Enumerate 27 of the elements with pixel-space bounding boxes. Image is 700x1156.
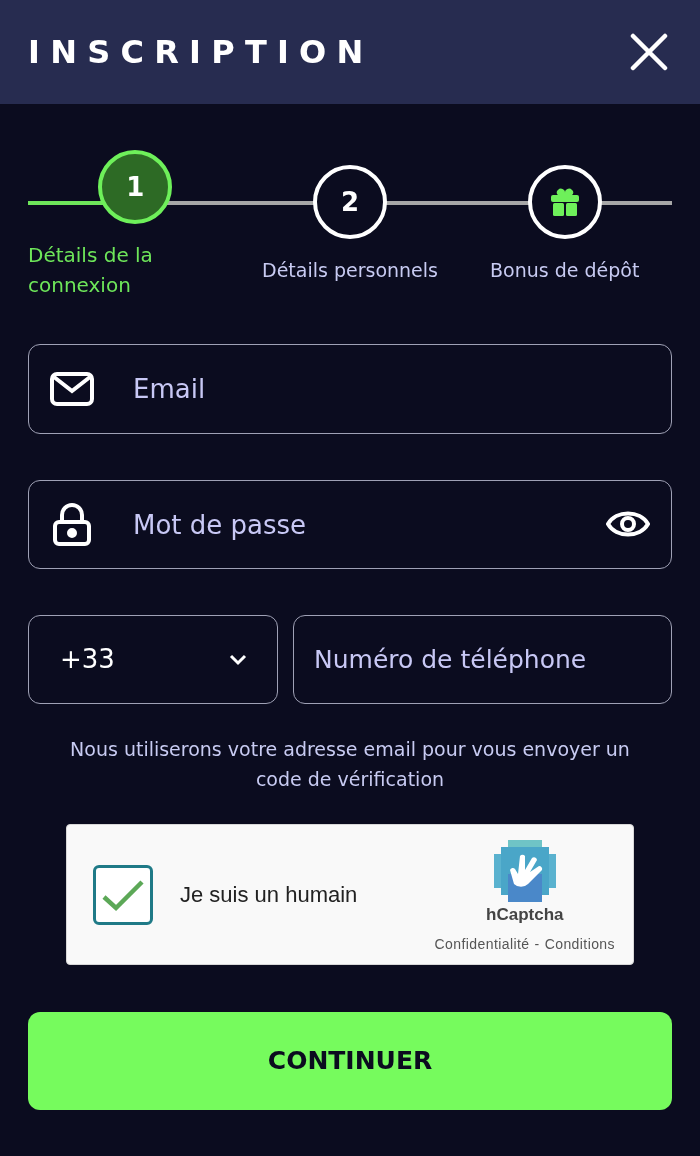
captcha-checkbox[interactable]	[93, 864, 153, 925]
eye-icon[interactable]	[606, 509, 650, 539]
captcha-brand: hCaptcha	[486, 904, 564, 927]
hcaptcha-logo-icon	[493, 840, 556, 903]
step-label: Détails de la connexion	[28, 242, 154, 299]
page-title: INSCRIPTION	[28, 32, 374, 73]
terms-link[interactable]: Conditions	[544, 933, 615, 955]
hint-text: Nous utiliserons votre adresse email pour vous envoyer un code de vérification	[69, 737, 631, 792]
mail-icon	[50, 372, 94, 406]
step-number: 2	[340, 185, 360, 219]
close-icon	[630, 33, 668, 71]
continue-button[interactable]: CONTINUER	[28, 1012, 672, 1110]
checkmark-icon	[101, 877, 145, 912]
phone-field[interactable]: Numéro de téléphone	[293, 615, 672, 704]
email-field[interactable]: Email	[28, 344, 672, 434]
gift-icon	[548, 186, 581, 218]
close-button[interactable]	[628, 31, 670, 73]
link-separator: -	[534, 934, 540, 954]
step-number: 1	[126, 170, 145, 204]
chevron-down-icon	[229, 653, 247, 666]
step-label: Détails personnels	[262, 258, 438, 283]
password-field[interactable]: Mot de passe	[28, 480, 672, 569]
privacy-link[interactable]: Confidentialité	[434, 933, 530, 955]
lock-icon	[52, 502, 92, 546]
captcha-label: Je suis un humain	[180, 881, 358, 909]
step-label: Bonus de dépôt	[490, 258, 640, 283]
country-code-dropdown[interactable]: +33	[28, 615, 278, 704]
